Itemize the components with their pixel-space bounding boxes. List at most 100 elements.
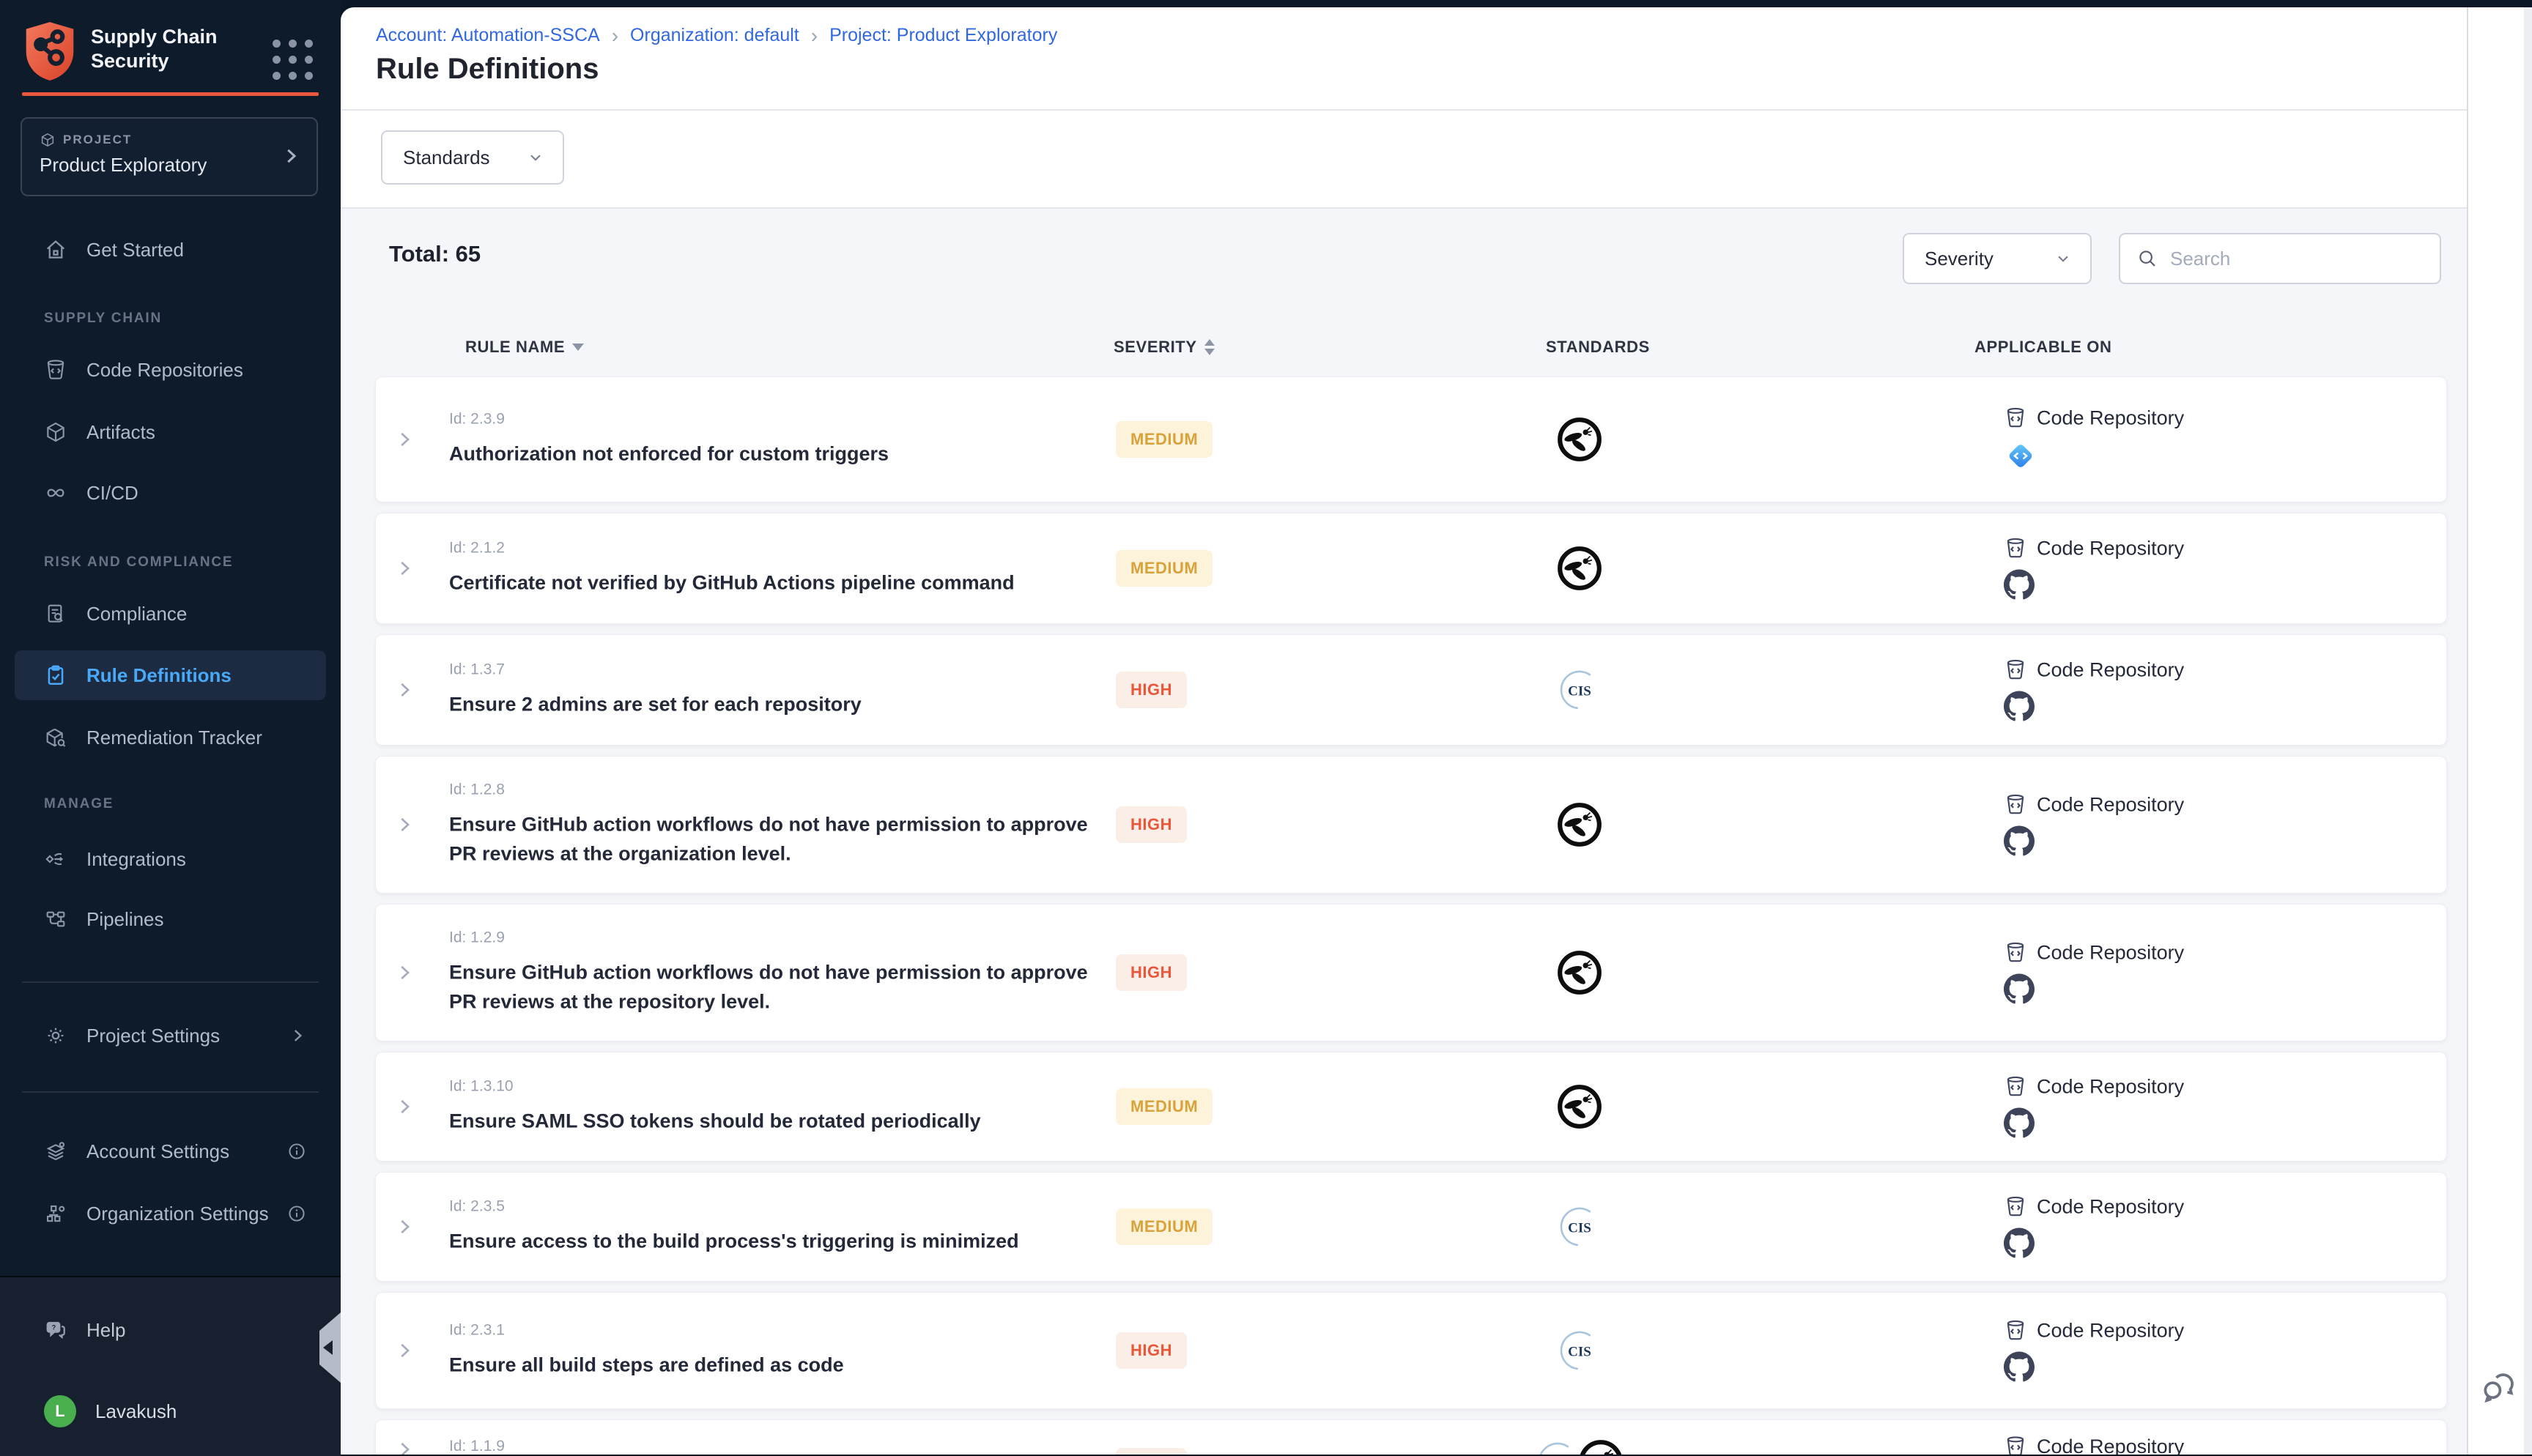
standards-cell: CIS [1556,1327,1603,1374]
sidebar-item-account-settings[interactable]: Account Settings [0,1129,341,1174]
breadcrumb-separator: › [811,26,818,45]
sidebar-divider [22,981,319,983]
severity-badge: HIGH [1116,1448,1187,1455]
expand-row-chevron-icon[interactable] [393,428,415,450]
owasp-logo-icon [1555,801,1604,849]
help-chat-icon: ? [44,1318,67,1342]
table-row[interactable]: Id: 1.1.9 HIGH CIS Code Repository [375,1419,2447,1455]
expand-row-chevron-icon[interactable] [393,1340,415,1362]
rule-name: Ensure 2 admins are set for each reposit… [449,690,1094,719]
table-row[interactable]: Id: 1.2.8 Ensure GitHub action workflows… [375,756,2447,894]
expand-row-chevron-icon[interactable] [393,679,415,701]
applicable-on-label: Code Repository [2037,406,2184,429]
applicable-on-cell: Code Repository [2004,1075,2184,1139]
breadcrumb-separator: › [612,26,618,45]
table-row[interactable]: Id: 1.3.10 Ensure SAML SSO tokens should… [375,1052,2447,1162]
search-input[interactable] [2169,247,2424,271]
owasp-logo-icon [1555,948,1604,997]
applicable-on-label: Code Repository [2037,941,2184,964]
cis-logo-icon: CIS [1534,1438,1581,1455]
breadcrumb: Account: Automation-SSCA › Organization:… [376,25,1057,46]
rules-list-area: Total: 65 Severity RULE NAME SEVERITY [341,209,2467,1455]
svg-text:CIS: CIS [1568,684,1591,699]
standards-cell: CIS [1556,666,1603,713]
sidebar-item-cicd[interactable]: CI/CD [0,470,341,516]
github-logo-icon [2004,1228,2184,1259]
user-menu[interactable]: L Lavakush [0,1389,341,1434]
expand-row-chevron-icon[interactable] [393,1438,415,1455]
project-selector[interactable]: PROJECT Product Exploratory [21,117,318,196]
applicable-on-label: Code Repository [2037,1435,2184,1455]
severity-badge: MEDIUM [1116,421,1213,458]
github-logo-icon [2004,570,2184,601]
code-repository-bucket-icon [44,358,67,382]
module-switcher-grid-icon[interactable] [273,40,313,80]
breadcrumb-project-link[interactable]: Project: Product Exploratory [829,25,1057,46]
github-logo-icon [2004,974,2184,1005]
applicable-on-label: Code Repository [2037,1319,2184,1342]
table-row[interactable]: Id: 1.2.9 Ensure GitHub action workflows… [375,904,2447,1041]
code-repository-bucket-icon [2004,537,2027,560]
breadcrumb-account-link[interactable]: Account: Automation-SSCA [376,25,600,46]
severity-filter-dropdown[interactable]: Severity [1903,233,2092,284]
rule-name: Ensure GitHub action workflows do not ha… [449,810,1094,869]
sidebar-item-get-started[interactable]: Get Started [0,227,341,272]
table-row[interactable]: Id: 1.3.7 Ensure 2 admins are set for ea… [375,634,2447,746]
sidebar: Supply Chain Security PROJECT Product Ex… [0,0,341,1455]
rule-cell: Id: 1.3.10 Ensure SAML SSO tokens should… [449,1078,1094,1136]
rule-cell: Id: 1.2.8 Ensure GitHub action workflows… [449,781,1094,869]
rule-id: Id: 2.3.1 [449,1322,1094,1340]
sidebar-item-rule-definitions[interactable]: Rule Definitions [15,650,326,700]
rule-id: Id: 2.3.9 [449,411,1094,428]
expand-row-chevron-icon[interactable] [393,962,415,984]
sidebar-item-remediation-tracker[interactable]: Remediation Tracker [0,715,341,760]
search-box[interactable] [2119,233,2441,284]
sidebar-item-help[interactable]: ? Help [0,1307,341,1353]
column-header-rule-name[interactable]: RULE NAME [465,338,584,357]
expand-row-chevron-icon[interactable] [393,557,415,579]
code-repository-bucket-icon [2004,406,2027,430]
header-divider [341,109,2467,111]
rule-id: Id: 1.2.9 [449,929,1094,947]
expand-row-chevron-icon[interactable] [393,1096,415,1118]
search-icon [2136,248,2158,270]
info-icon[interactable] [286,1203,307,1224]
github-logo-icon [2004,691,2184,722]
standards-cell [1555,801,1604,849]
cis-logo-icon: CIS [1556,1203,1603,1250]
sidebar-item-artifacts[interactable]: Artifacts [0,409,341,455]
github-logo-icon [2004,826,2184,857]
page-scrollbar-track[interactable] [2524,7,2532,1455]
table-row[interactable]: Id: 2.3.5 Ensure access to the build pro… [375,1172,2447,1282]
sidebar-item-integrations[interactable]: Integrations [0,836,341,882]
standards-filter-dropdown[interactable]: Standards [381,130,564,185]
expand-row-chevron-icon[interactable] [393,814,415,836]
table-row[interactable]: Id: 2.3.9 Authorization not enforced for… [375,376,2447,502]
sidebar-section-manage: MANAGE [44,796,114,812]
table-row[interactable]: Id: 2.1.2 Certificate not verified by Gi… [375,513,2447,624]
sidebar-item-pipelines[interactable]: Pipelines [0,896,341,942]
applicable-on-cell: Code Repository [2004,1319,2184,1383]
pipelines-nodes-icon [44,907,67,931]
info-icon[interactable] [286,1141,307,1162]
rule-name: Authorization not enforced for custom tr… [449,439,1094,469]
sidebar-item-organization-settings[interactable]: Organization Settings [0,1191,341,1236]
breadcrumb-organization-link[interactable]: Organization: default [630,25,799,46]
applicable-on-label: Code Repository [2037,658,2184,681]
sidebar-item-project-settings[interactable]: Project Settings [0,1013,341,1058]
sidebar-item-compliance[interactable]: Compliance [0,591,341,636]
sidebar-item-code-repositories[interactable]: Code Repositories [0,347,341,393]
org-chart-gear-icon [44,1202,67,1225]
gear-icon [44,1024,67,1047]
applicable-on-cell: Code Repository [2004,537,2184,601]
table-row[interactable]: Id: 2.3.1 Ensure all build steps are def… [375,1292,2447,1409]
feedback-chat-bubbles-icon[interactable] [2479,1367,2520,1408]
expand-row-chevron-icon[interactable] [393,1216,415,1238]
owasp-logo-icon [1577,1438,1625,1455]
package-icon [44,420,67,444]
rule-cell: Id: 1.1.9 [449,1438,1094,1455]
clipboard-check-icon [44,664,67,687]
column-header-severity[interactable]: SEVERITY [1114,338,1215,357]
layers-gear-icon [44,1140,67,1163]
standards-cell [1555,544,1604,593]
